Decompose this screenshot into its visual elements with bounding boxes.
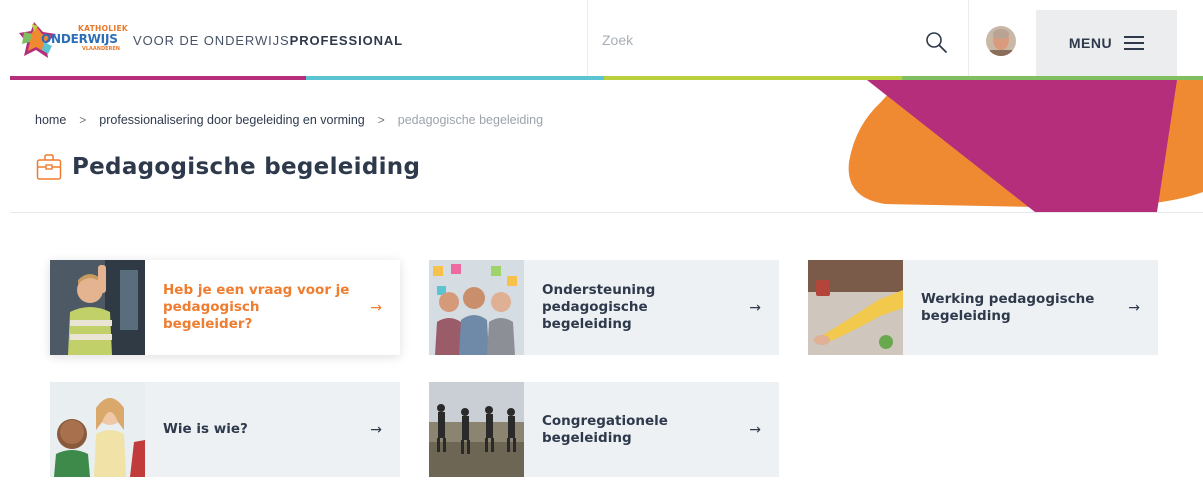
search-input[interactable] xyxy=(602,28,902,52)
breadcrumb-current: pedagogische begeleiding xyxy=(397,113,544,127)
arrow-right-icon: → xyxy=(749,299,761,316)
people-walking-photo xyxy=(429,382,524,477)
breadcrumb-separator: > xyxy=(79,113,87,127)
tile-text: Werking pedagogische begeleiding xyxy=(921,260,1111,355)
tile-text: Heb je een vraag voor je pedagogisch beg… xyxy=(163,260,353,355)
children-smiling-photo xyxy=(50,382,145,477)
avatar-photo xyxy=(986,26,1016,56)
breadcrumb-separator: > xyxy=(377,113,385,127)
tile-label: Werking pedagogische begeleiding xyxy=(921,290,1095,324)
tile-label: Wie is wie? xyxy=(163,421,248,437)
hero-decoration xyxy=(848,80,1203,212)
logo-line-onderwijs: ONDERWIJS xyxy=(41,32,118,46)
tagline-prefix: VOOR DE ONDERWIJS xyxy=(133,33,290,48)
tile-congregationele[interactable]: Congregationele begeleiding → xyxy=(429,382,779,477)
tagline-bold: PROFESSIONAL xyxy=(289,33,404,48)
tile-text: Congregationele begeleiding xyxy=(542,382,732,477)
page-title: Pedagogische begeleiding xyxy=(72,154,421,180)
briefcase-icon xyxy=(36,154,62,180)
search-icon[interactable] xyxy=(924,30,948,54)
site-header: KATHOLIEK ONDERWIJS VLAANDEREN VOOR DE O… xyxy=(0,0,1203,76)
tile-vraag-begeleider[interactable]: Heb je een vraag voor je pedagogisch beg… xyxy=(50,260,400,355)
breadcrumb-professionalisering[interactable]: professionalisering door begeleiding en … xyxy=(99,113,364,127)
hands-table-photo xyxy=(808,260,903,355)
tile-label: Heb je een vraag voor je pedagogisch beg… xyxy=(163,282,350,332)
tile-wie-is-wie[interactable]: Wie is wie? → xyxy=(50,382,400,477)
user-avatar[interactable] xyxy=(986,26,1016,56)
hamburger-icon xyxy=(1124,36,1145,50)
tile-label: Ondersteuning pedagogische begeleiding xyxy=(542,282,656,332)
menu-label: MENU xyxy=(1068,35,1113,51)
arrow-right-icon: → xyxy=(370,421,382,438)
site-tagline: VOOR DE ONDERWIJSPROFESSIONAL xyxy=(133,33,403,48)
child-classroom-photo xyxy=(50,260,145,355)
search-bar xyxy=(587,0,969,76)
team-sticky-notes-photo xyxy=(429,260,524,355)
menu-button[interactable]: MENU xyxy=(1036,10,1177,76)
tile-text: Ondersteuning pedagogische begeleiding xyxy=(542,260,732,355)
breadcrumb: home > professionalisering door begeleid… xyxy=(35,113,543,127)
arrow-right-icon: → xyxy=(1128,299,1140,316)
breadcrumb-home[interactable]: home xyxy=(35,113,66,127)
arrow-right-icon: → xyxy=(749,421,761,438)
section-divider xyxy=(10,212,1203,213)
page-header: Pedagogische begeleiding xyxy=(36,153,420,181)
tile-werking[interactable]: Werking pedagogische begeleiding → xyxy=(808,260,1158,355)
brand-bar-magenta xyxy=(10,76,306,80)
brand-bar-cyan xyxy=(306,76,604,80)
tile-text: Wie is wie? xyxy=(163,382,353,477)
tile-label: Congregationele begeleiding xyxy=(542,412,668,446)
logo[interactable]: KATHOLIEK ONDERWIJS VLAANDEREN xyxy=(18,20,128,60)
logo-line-vlaanderen: VLAANDEREN xyxy=(82,46,120,52)
tile-ondersteuning[interactable]: Ondersteuning pedagogische begeleiding → xyxy=(429,260,779,355)
arrow-right-icon: → xyxy=(370,299,382,316)
